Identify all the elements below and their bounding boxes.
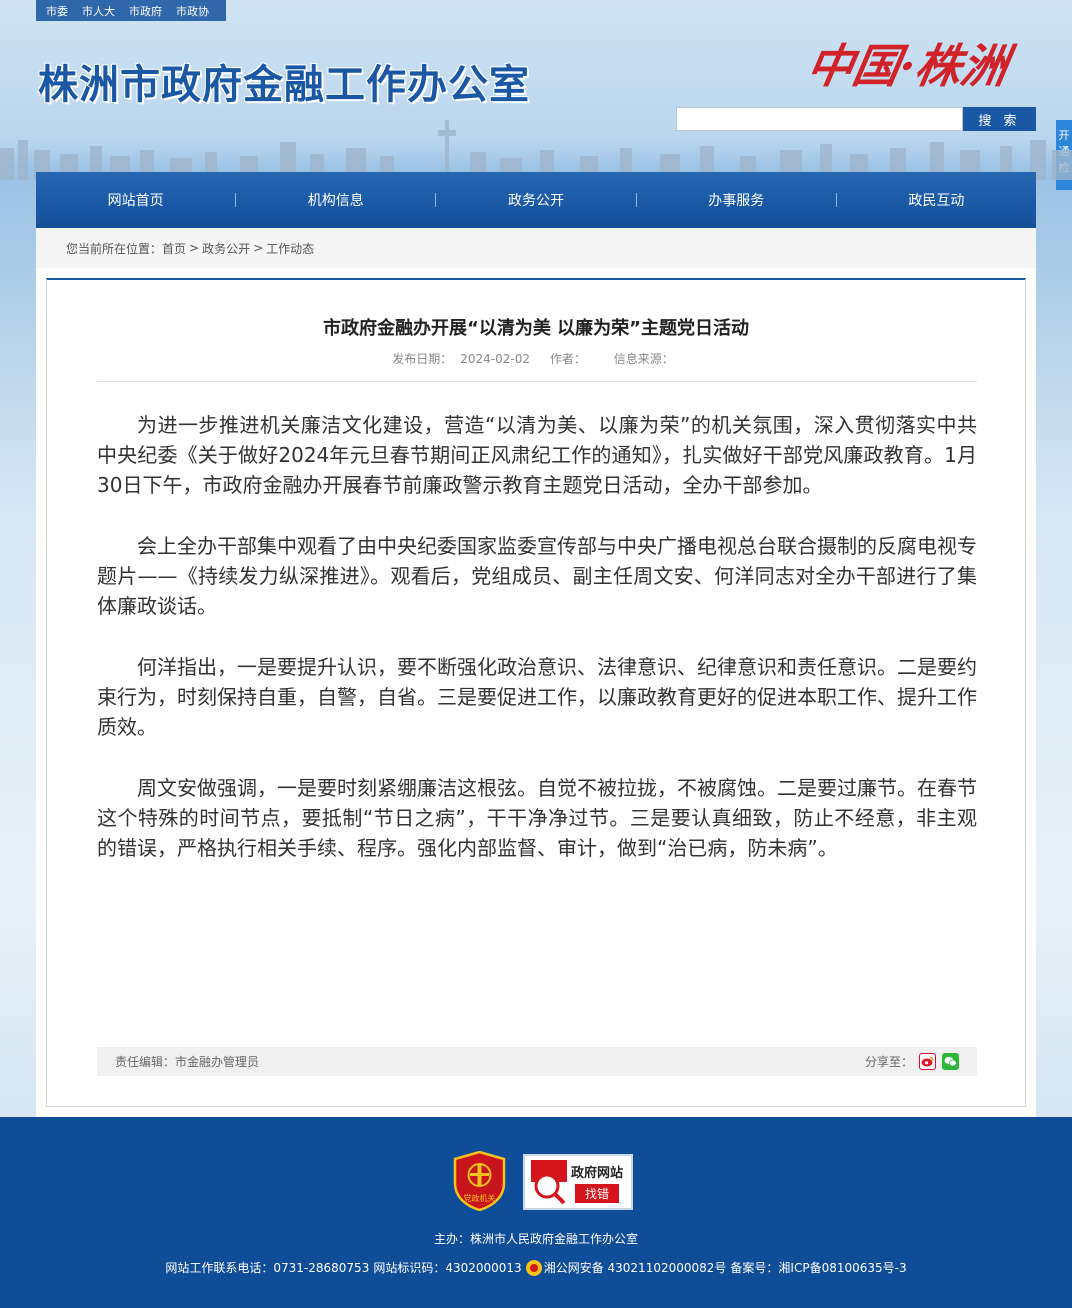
breadcrumb-home[interactable]: 首页 bbox=[162, 240, 186, 257]
editor-label: 责任编辑： bbox=[115, 1055, 176, 1069]
editor-info: 责任编辑：市金融办管理员 bbox=[115, 1053, 259, 1070]
top-link-party-committee[interactable]: 市委 bbox=[46, 3, 68, 19]
article-footer-bar: 责任编辑：市金融办管理员 分享至： bbox=[97, 1047, 977, 1076]
main-content: 市政府金融办开展“以清为美 以廉为荣”主题党日活动 发布日期： 2024-02-0… bbox=[36, 268, 1036, 1117]
top-link-cppcc[interactable]: 市政协 bbox=[176, 3, 209, 19]
article-paragraph: 何洋指出，一是要提升认识，要不断强化政治意识、法律意识、纪律意识和责任意识。二是… bbox=[97, 655, 977, 739]
nav-gov-affairs[interactable]: 政务公开 bbox=[436, 190, 635, 210]
footer-contact-line: 网站工作联系电话： 0731-28680753 网站标识码： 430200001… bbox=[0, 1259, 1072, 1276]
breadcrumb-separator: > bbox=[253, 241, 264, 255]
author-label: 作者： bbox=[549, 352, 586, 366]
share-label: 分享至： bbox=[864, 1055, 913, 1069]
source-label: 信息来源： bbox=[613, 352, 674, 366]
party-gov-org-badge-icon[interactable]: 党政机关 bbox=[453, 1151, 506, 1211]
nav-services[interactable]: 办事服务 bbox=[637, 190, 836, 210]
article-paragraph: 会上全办干部集中观看了由中央纪委国家监委宣传部与中央广播电视总台联合摄制的反腐电… bbox=[97, 534, 977, 618]
nav-home[interactable]: 网站首页 bbox=[36, 190, 235, 210]
site-id: 4302000013 bbox=[445, 1260, 522, 1275]
contact-label: 网站工作联系电话： bbox=[165, 1261, 274, 1275]
article-meta: 发布日期： 2024-02-02 作者： 信息来源： bbox=[97, 350, 977, 382]
top-link-government[interactable]: 市政府 bbox=[129, 3, 162, 19]
nav-org-info[interactable]: 机构信息 bbox=[236, 190, 435, 210]
zhuzhou-calligraphy-logo: 中国·株洲 bbox=[802, 39, 1013, 93]
top-link-congress[interactable]: 市人大 bbox=[82, 3, 115, 19]
icp-record-link[interactable]: 湘ICP备08100635号-3 bbox=[778, 1259, 906, 1276]
page-footer: 党政机关 政府网站 找错 主办：株洲市人民政府金融工作办公室 网站工作联系电话：… bbox=[0, 1117, 1072, 1308]
police-badge-icon bbox=[525, 1259, 542, 1276]
footer-sponsor: 主办：株洲市人民政府金融工作办公室 bbox=[433, 1232, 638, 1246]
icp-label: 备案号： bbox=[730, 1261, 779, 1275]
party-badge-text: 党政机关 bbox=[464, 1193, 496, 1203]
breadcrumb-separator: > bbox=[189, 241, 200, 255]
editor-name: 市金融办管理员 bbox=[175, 1055, 260, 1069]
article-body: 为进一步推进机关廉洁文化建设，营造“以清为美、以廉为荣”的机关氛围，深入贯彻落实… bbox=[97, 410, 977, 894]
wechat-share-icon[interactable] bbox=[942, 1053, 959, 1070]
article-paragraph: 为进一步推进机关廉洁文化建设，营造“以清为美、以廉为荣”的机关氛围，深入贯彻落实… bbox=[97, 413, 977, 497]
share-area: 分享至： bbox=[865, 1053, 959, 1070]
police-record-link[interactable]: 湘公网安备 43021102000082号 bbox=[544, 1259, 727, 1276]
breadcrumb-gov-affairs[interactable]: 政务公开 bbox=[202, 240, 250, 257]
contact-phone: 0731-28680753 bbox=[273, 1260, 370, 1275]
breadcrumb-work-news[interactable]: 工作动态 bbox=[266, 240, 314, 257]
article-title: 市政府金融办开展“以清为美 以廉为荣”主题党日活动 bbox=[323, 318, 749, 339]
date-label: 发布日期： bbox=[392, 352, 453, 366]
error-badge-action: 找错 bbox=[575, 1183, 620, 1203]
weibo-share-icon[interactable] bbox=[919, 1053, 936, 1070]
publish-date: 2024-02-02 bbox=[460, 352, 531, 366]
error-badge-title: 政府网站 bbox=[571, 1165, 624, 1181]
top-links-bar: 市委 市人大 市政府 市政协 bbox=[36, 0, 226, 21]
main-navigation: 网站首页 机构信息 政务公开 办事服务 政民互动 bbox=[36, 172, 1036, 228]
site-title: 株洲市政府金融工作办公室 bbox=[38, 62, 530, 108]
article-card: 市政府金融办开展“以清为美 以廉为荣”主题党日活动 发布日期： 2024-02-0… bbox=[46, 278, 1026, 1107]
breadcrumb: 您当前所在位置： 首页 > 政务公开 > 工作动态 bbox=[36, 228, 1036, 268]
gov-site-error-report-badge[interactable]: 政府网站 找错 bbox=[523, 1154, 633, 1210]
site-id-label: 网站标识码： bbox=[373, 1261, 446, 1275]
city-skyline-illustration bbox=[0, 120, 1072, 180]
article-paragraph: 周文安做强调，一是要时刻紧绷廉洁这根弦。自觉不被拉拢，不被腐蚀。二是要过廉节。在… bbox=[97, 776, 977, 860]
nav-interaction[interactable]: 政民互动 bbox=[837, 190, 1036, 210]
magnifier-flag-icon bbox=[531, 1160, 567, 1205]
breadcrumb-prefix: 您当前所在位置： bbox=[66, 241, 163, 256]
